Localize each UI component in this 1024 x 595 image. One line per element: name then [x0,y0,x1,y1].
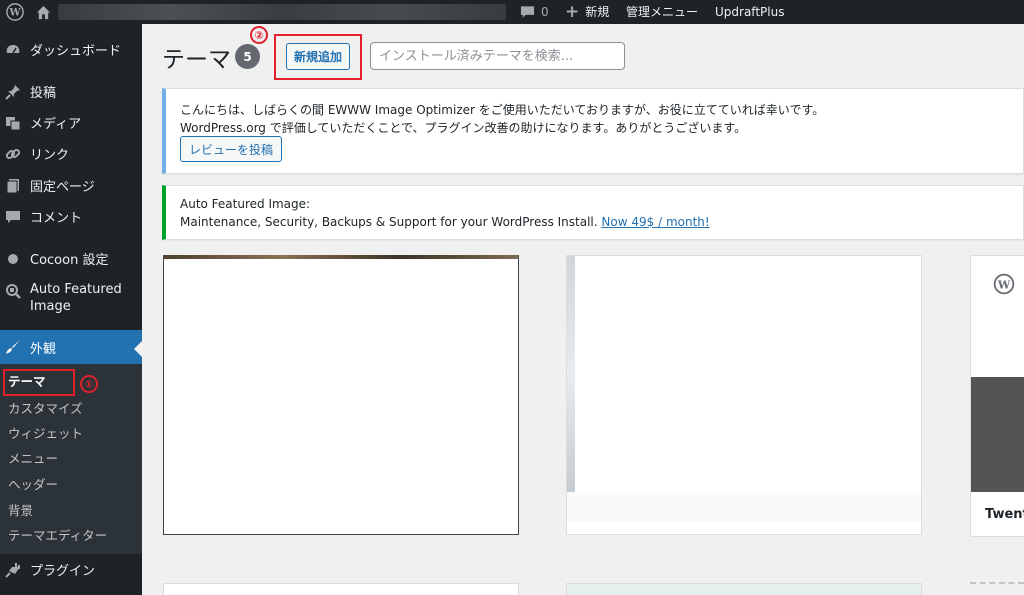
dashboard-icon [0,42,26,58]
add-theme-placeholder-edge [970,582,1024,585]
sidebar-item-links[interactable]: リンク [0,144,142,163]
submenu-item-customize[interactable]: カスタマイズ [8,398,83,417]
ewww-notice-line1: こんにちは、しばらくの間 EWWW Image Optimizer をご使用いた… [180,103,825,117]
afi-notice-text-row: Maintenance, Security, Backups & Support… [180,215,710,229]
new-label: 新規 [585,5,610,19]
updraftplus-label: UpdraftPlus [715,5,785,19]
page-title: テーマ [162,47,231,73]
annotation-marker-2: ② [250,26,268,44]
annotation-box-themes [3,369,75,396]
sidebar-label-auto-featured: Auto Featured Image [30,281,122,315]
sidebar-item-dashboard[interactable]: ダッシュボード [0,40,142,59]
theme-screenshot-strip [164,255,518,259]
theme-screenshot-edge [567,256,575,492]
theme-count-badge: 5 [235,44,260,69]
search-image-icon [0,283,26,299]
sidebar-label-pages: 固定ページ [30,180,95,195]
pin-icon [0,84,26,100]
sidebar-label-posts: 投稿 [30,86,57,101]
wordpress-logo-icon[interactable]: W [6,0,24,24]
sidebar-item-pages[interactable]: 固定ページ [0,176,142,195]
media-icon [0,115,26,131]
sidebar-item-posts[interactable]: 投稿 [0,82,142,101]
sidebar-item-auto-featured-image[interactable]: Auto Featured Image [0,281,142,315]
updraftplus-link[interactable]: UpdraftPlus [715,0,784,24]
theme-card-4[interactable] [163,583,519,595]
submenu-item-widgets[interactable]: ウィジェット [8,423,83,442]
theme-search-input[interactable] [370,42,625,70]
comment-icon [520,6,535,18]
theme-card-footer [567,492,921,522]
sidebar-label-links: リンク [30,148,70,163]
annotation-box-add-new [274,34,362,80]
new-content-button[interactable]: + 新規 [565,0,609,24]
comments-button[interactable]: 0 [520,0,549,24]
theme-card-1[interactable] [163,255,519,535]
svg-text:W: W [8,8,21,19]
sidebar-label-appearance: 外観 [30,341,57,357]
sidebar-item-appearance[interactable]: 外観 [0,330,142,364]
sidebar-label-media: メディア [30,117,82,132]
comment-icon [0,209,26,225]
comment-count: 0 [541,5,549,19]
admin-sidebar: ダッシュボード 投稿 メディア リンク 固定ページ コメント Cocoon 設定… [0,24,142,595]
post-review-button[interactable]: レビューを投稿 [180,136,283,162]
auto-featured-image-notice: Auto Featured Image: Maintenance, Securi… [162,185,1024,240]
submenu-item-menus[interactable]: メニュー [8,448,58,467]
theme-card-2[interactable] [566,255,922,535]
admin-bar: W 0 + 新規 管理メニュー UpdraftPlus [0,0,1024,24]
site-name-blurred[interactable] [58,4,506,20]
theme-screenshot-dark-band [971,377,1024,492]
afi-notice-title: Auto Featured Image: [180,197,311,211]
afi-pricing-link[interactable]: Now 49$ / month! [601,215,709,229]
afi-notice-text: Maintenance, Security, Backups & Support… [180,215,598,229]
sidebar-item-comments[interactable]: コメント [0,207,142,226]
admin-menu-link[interactable]: 管理メニュー [626,0,698,24]
sidebar-label-plugins: プラグイン [30,564,96,579]
brush-icon [0,339,26,355]
admin-menu-label: 管理メニュー [626,5,699,19]
ewww-notice-line2: WordPress.org で評価していただくことで、プラグイン改善の助けになり… [180,121,747,135]
page-icon [0,178,26,194]
submenu-item-header[interactable]: ヘッダー [8,474,58,493]
link-icon [0,146,26,162]
annotation-marker-1: ① [80,375,98,393]
current-menu-arrow [134,341,142,357]
sidebar-item-media[interactable]: メディア [0,113,142,132]
sidebar-label-comments: コメント [30,211,83,226]
plug-icon [0,562,26,578]
theme-card-3[interactable]: W Twenty [970,255,1024,537]
theme-name-twenty: Twenty [985,507,1024,522]
plus-icon: + [565,2,580,22]
submenu-item-background[interactable]: 背景 [8,500,33,519]
ewww-review-notice: こんにちは、しばらくの間 EWWW Image Optimizer をご使用いた… [162,88,1024,174]
circle-icon [0,252,26,266]
sidebar-label-dashboard: ダッシュボード [30,44,122,59]
sidebar-item-cocoon[interactable]: Cocoon 設定 [0,249,142,268]
sidebar-item-plugins[interactable]: プラグイン [0,560,142,579]
svg-text:W: W [997,278,1011,291]
sidebar-label-auto-featured-line1: Auto Featured [30,282,122,297]
wordpress-logo-icon: W [993,273,1015,299]
submenu-item-theme-editor[interactable]: テーマエディター [8,525,107,544]
home-icon[interactable] [36,0,51,24]
theme-card-5[interactable] [566,583,922,595]
sidebar-label-cocoon: Cocoon 設定 [30,253,109,268]
sidebar-label-auto-featured-line2: Image [30,299,71,314]
